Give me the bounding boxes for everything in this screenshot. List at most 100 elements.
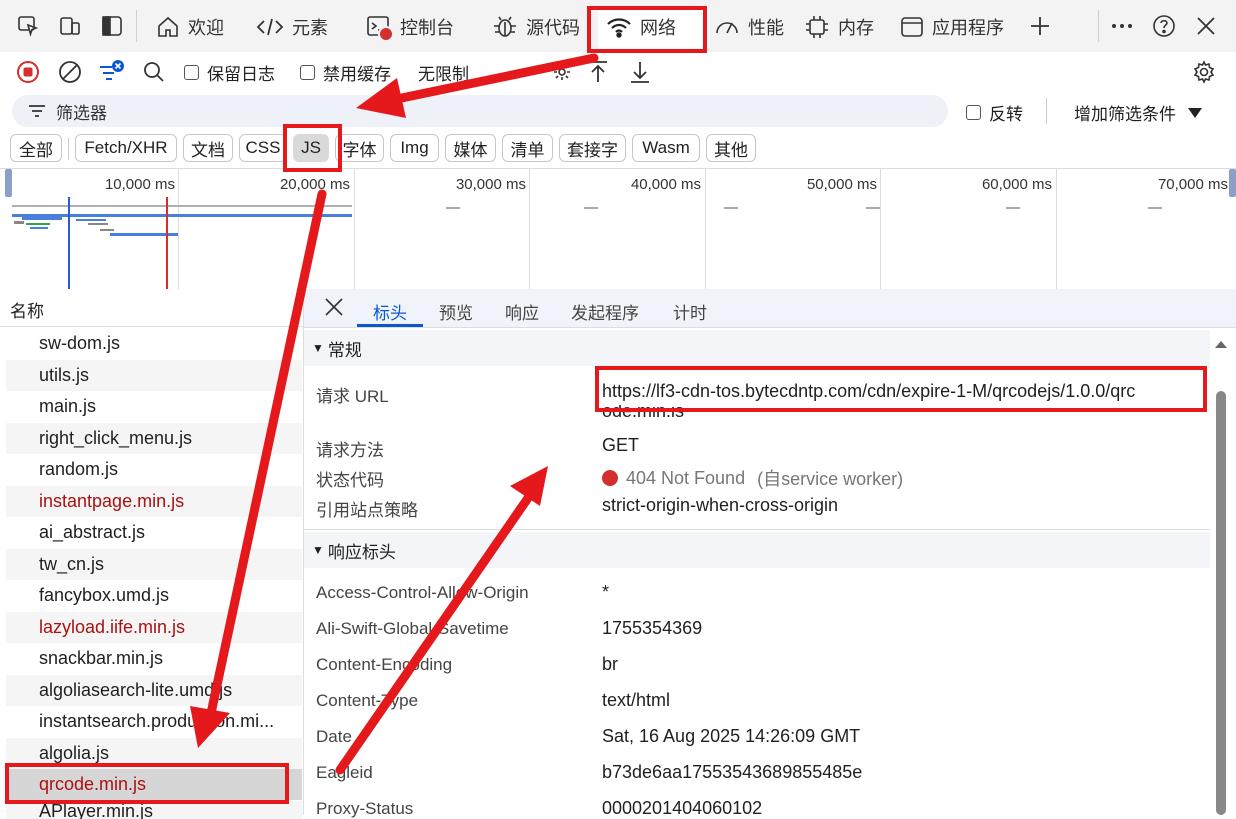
settings-gear-icon[interactable] [1190,58,1218,86]
chip-all[interactable]: 全部 [10,134,62,162]
scrollbar-thumb[interactable] [1216,391,1226,815]
response-headers-section-header[interactable]: ▼ 响应标头 [304,532,1210,568]
network-overview-timeline[interactable]: 10,000 ms 20,000 ms 30,000 ms 40,000 ms … [0,168,1236,290]
network-settings-icon[interactable] [548,58,576,86]
bug-icon [494,16,516,37]
policy-key: 引用站点策略 [316,501,418,520]
scroll-up-icon[interactable] [1214,339,1228,349]
expand-triangle-icon: ▼ [312,341,324,355]
export-har-icon[interactable] [626,58,654,86]
dock-side-icon[interactable] [98,12,126,40]
search-icon[interactable] [140,58,168,86]
record-button[interactable] [14,58,42,86]
annotation-box-request-url [595,366,1207,412]
divider [68,138,69,160]
timeline-tick: 60,000 ms [981,176,1052,193]
chip-css[interactable]: CSS [239,134,287,162]
filter-input[interactable]: 筛选器 [12,95,948,127]
clear-button[interactable] [56,58,84,86]
error-status-icon [602,470,618,486]
tab-performance[interactable]: 性能 [706,6,792,48]
error-badge-icon [378,26,394,42]
more-options-icon[interactable] [1108,12,1136,40]
tab-application[interactable]: 应用程序 [892,6,1012,48]
import-har-icon[interactable] [584,58,612,86]
chip-manifest[interactable]: 清单 [502,134,553,162]
tab-preview[interactable]: 预览 [439,299,473,324]
divider [1046,98,1047,124]
close-devtools-icon[interactable] [1192,12,1220,40]
request-row[interactable]: instantpage.min.js [6,485,302,517]
request-row[interactable]: tw_cn.js [6,548,302,580]
help-icon[interactable] [1150,12,1178,40]
chip-label: 媒体 [453,140,488,160]
timeline-right-handle[interactable] [1229,169,1236,197]
timeline-left-handle[interactable] [5,169,12,197]
chip-other[interactable]: 其他 [706,134,756,162]
tab-sources[interactable]: 源代码 [484,6,588,48]
name-column-header[interactable]: 名称 [10,297,44,322]
expand-triangle-icon: ▼ [312,543,324,557]
chip-label: CSS [245,138,281,157]
request-row[interactable]: sw-dom.js [6,328,302,359]
timeline-tick: 20,000 ms [279,176,350,193]
preserve-log-checkbox[interactable]: 保留日志 [184,58,275,86]
chip-media[interactable]: 媒体 [445,134,496,162]
chip-label: Fetch/XHR [84,138,168,157]
response-header-key: Eagleid [316,763,373,782]
chip-font[interactable]: 字体 [335,134,384,162]
status-text: 404 Not Found [626,467,746,488]
device-emulation-icon[interactable] [56,12,84,40]
filter-toggle-icon[interactable] [98,58,126,86]
request-row[interactable]: snackbar.min.js [6,643,302,674]
timeline-tick: 30,000 ms [455,176,526,193]
tab-timing[interactable]: 计时 [673,299,707,324]
disable-cache-checkbox[interactable]: 禁用缓存 [300,58,391,86]
tab-initiator[interactable]: 发起程序 [571,299,639,324]
detail-scrollbar[interactable] [1214,337,1228,815]
request-name: instantpage.min.js [39,490,185,511]
annotation-box-js-filter [283,124,342,172]
tab-welcome[interactable]: 欢迎 [148,6,232,48]
response-header-value: * [602,582,610,602]
chip-socket[interactable]: 套接字 [559,134,626,162]
invert-checkbox[interactable]: 反转 [966,100,1023,125]
request-row[interactable]: instantsearch.production.mi... [6,706,302,737]
inspect-element-icon[interactable] [14,12,42,40]
status-key: 状态代码 [316,471,384,490]
request-row[interactable]: main.js [6,391,302,422]
request-row[interactable]: ai_abstract.js [6,517,302,548]
response-header-key: Content-Encoding [316,655,453,674]
request-row[interactable]: random.js [6,454,302,485]
request-row[interactable]: fancybox.umd.js [6,580,302,611]
method-value: GET [602,435,640,455]
request-row[interactable]: utils.js [6,359,302,391]
chip-label: 其他 [714,140,748,160]
add-tab-icon[interactable] [1026,12,1054,40]
chip-img[interactable]: Img [390,134,439,162]
chip-label: 全部 [19,140,53,160]
console-icon [366,15,394,42]
general-section-header[interactable]: ▼ 常规 [304,330,1210,366]
request-name: utils.js [39,364,90,385]
request-name: snackbar.min.js [39,648,164,668]
tab-memory[interactable]: 内存 [796,6,882,48]
tab-elements[interactable]: 元素 [248,6,336,48]
chip-label: 字体 [342,140,377,160]
request-row[interactable]: algoliasearch-lite.umd.js [6,674,302,706]
chip-wasm[interactable]: Wasm [632,134,700,162]
add-filter-dropdown[interactable]: 增加筛选条件 [1074,100,1202,125]
tab-headers[interactable]: 标头 [373,299,407,324]
response-header-value: 1755354369 [602,618,703,638]
chip-label: 文档 [191,140,225,160]
close-detail-icon[interactable] [324,297,344,322]
tab-console[interactable]: 控制台 [358,6,462,48]
request-row[interactable]: lazyload.iife.min.js [6,611,302,643]
status-note: (自service worker) [757,469,904,489]
chip-doc[interactable]: 文档 [183,134,233,162]
throttling-select[interactable]: 无限制 [418,58,469,86]
code-icon [256,18,284,36]
request-row[interactable]: right_click_menu.js [6,422,302,454]
chip-fetch-xhr[interactable]: Fetch/XHR [75,134,177,162]
tab-response[interactable]: 响应 [505,299,539,324]
